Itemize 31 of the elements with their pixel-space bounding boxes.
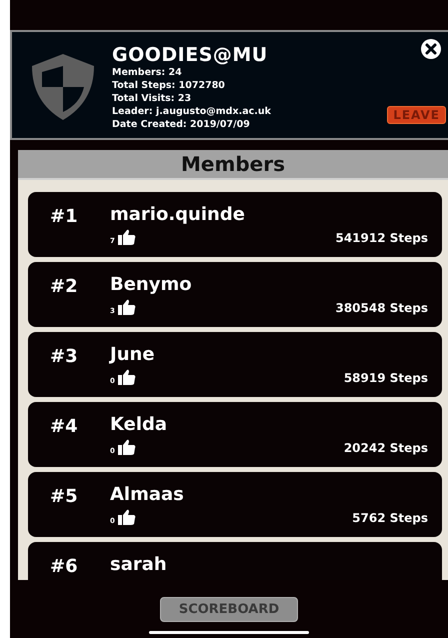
group-stat: Total Visits: 23: [112, 92, 192, 105]
member-rank: #1: [50, 206, 79, 229]
member-rank: #3: [50, 346, 79, 369]
member-rank: #6: [50, 556, 79, 579]
group-stat: Total Steps: 1072780: [112, 79, 226, 92]
member-name: Almaas: [110, 484, 184, 505]
close-icon[interactable]: [420, 38, 442, 60]
thumbs-up-icon: [118, 439, 136, 455]
group-name: GOODIES@MU: [112, 44, 269, 66]
group-stat: Members: 24: [112, 66, 183, 79]
member-name: Kelda: [110, 414, 168, 435]
member-steps: 541912 Steps: [335, 231, 428, 245]
member-name: Benymo: [110, 274, 192, 295]
member-name: sarah: [110, 554, 167, 575]
member-name: June: [110, 344, 155, 365]
member-steps: 20242 Steps: [344, 441, 428, 455]
thumbs-up-icon: [118, 509, 136, 525]
member-rank: #4: [50, 416, 79, 439]
group-stat: Date Created: 2019/07/09: [112, 118, 251, 131]
member-card[interactable]: #6 sarah: [28, 542, 442, 580]
thumbs-up-icon: [118, 369, 136, 385]
group-stat: Leader: j.augusto@mdx.ac.uk: [112, 105, 271, 118]
member-steps: 58919 Steps: [344, 371, 428, 385]
members-title: Members: [181, 152, 285, 176]
thumbs-up-icon: [118, 299, 136, 315]
member-rank: #2: [50, 276, 79, 299]
member-name: mario.quinde: [110, 204, 245, 225]
thumbs-up-icon: [118, 229, 136, 245]
member-rank: #5: [50, 486, 79, 509]
member-steps: 5762 Steps: [352, 511, 428, 525]
member-steps: 380548 Steps: [335, 301, 428, 315]
